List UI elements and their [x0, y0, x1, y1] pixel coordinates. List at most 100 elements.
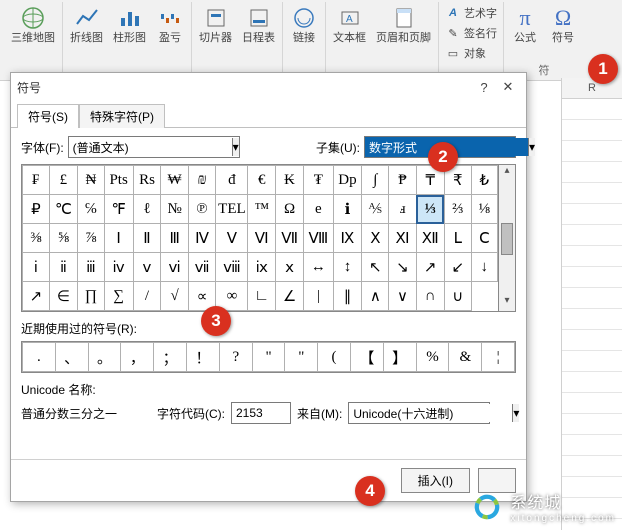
symbol-cell[interactable]: ₩	[161, 166, 188, 195]
worksheet-cell[interactable]	[562, 225, 622, 246]
symbol-cell[interactable]: ∫	[362, 166, 389, 195]
symbol-cell[interactable]: e	[304, 195, 333, 224]
symbol-cell[interactable]: ⅓	[416, 195, 444, 224]
symbol-cell[interactable]: ⅶ	[188, 253, 216, 282]
worksheet-cell[interactable]	[562, 351, 622, 372]
from-combo-input[interactable]	[349, 404, 512, 422]
symbol-cell[interactable]: ₹	[444, 166, 471, 195]
worksheet-cell[interactable]	[562, 120, 622, 141]
recent-symbol-cell[interactable]: .	[23, 343, 56, 372]
recent-symbol-cell[interactable]: 。	[88, 343, 121, 372]
insert-button[interactable]: 插入(I)	[401, 468, 470, 493]
symbol-cell[interactable]: ₦	[78, 166, 105, 195]
symbol-cell[interactable]: №	[161, 195, 188, 224]
recent-symbol-cell[interactable]: ¦	[482, 343, 515, 372]
chevron-down-icon[interactable]: ▾	[232, 138, 239, 156]
recent-symbol-cell[interactable]: "	[252, 343, 285, 372]
worksheet-cell[interactable]	[562, 414, 622, 435]
symbol-cell[interactable]: ⅷ	[216, 253, 248, 282]
symbol-cell[interactable]: Ⅲ	[161, 224, 188, 253]
symbol-cell[interactable]: ℉	[104, 195, 133, 224]
symbol-cell[interactable]: Ⅳ	[188, 224, 216, 253]
symbol-cell[interactable]: ₱	[389, 166, 416, 195]
dialog-help-button[interactable]: ?	[472, 80, 496, 95]
recent-symbol-cell[interactable]: ，	[121, 343, 154, 372]
symbol-cell[interactable]: ∟	[248, 282, 276, 311]
symbol-cell[interactable]: Ⅱ	[133, 224, 161, 253]
symbol-cell[interactable]: Dp	[333, 166, 362, 195]
subset-combo-input[interactable]	[365, 138, 528, 156]
ribbon-link-button[interactable]: 链接	[287, 2, 321, 46]
symbol-cell[interactable]: Ⅺ	[389, 224, 416, 253]
worksheet-cell[interactable]	[562, 162, 622, 183]
symbol-cell[interactable]: ⅳ	[104, 253, 133, 282]
symbol-cell[interactable]: ∏	[78, 282, 105, 311]
symbol-cell[interactable]: ∥	[333, 282, 362, 311]
ribbon-3dmap-button[interactable]: 三维地图	[8, 2, 58, 46]
symbol-cell[interactable]: ₪	[188, 166, 216, 195]
from-combo[interactable]: ▾	[348, 402, 490, 424]
charcode-input[interactable]	[231, 402, 291, 424]
symbol-cell[interactable]: ⅲ	[78, 253, 105, 282]
grid-scrollbar[interactable]: ▴ ▾	[499, 164, 516, 312]
symbol-cell[interactable]: ↕	[333, 253, 362, 282]
symbol-cell[interactable]: ₽	[23, 195, 50, 224]
ribbon-sparkline-button[interactable]: 折线图	[67, 2, 106, 46]
recent-symbol-cell[interactable]: ！	[187, 343, 220, 372]
symbol-cell[interactable]: Ⅹ	[362, 224, 389, 253]
symbol-cell[interactable]: Pts	[104, 166, 133, 195]
recent-symbol-cell[interactable]: (	[318, 343, 351, 372]
symbol-cell[interactable]: ⅎ	[389, 195, 416, 224]
ribbon-signature-button[interactable]: ✎签名行	[443, 24, 499, 42]
symbol-cell[interactable]: ↙	[444, 253, 471, 282]
symbol-cell[interactable]: €	[248, 166, 276, 195]
symbol-cell[interactable]: ↖	[362, 253, 389, 282]
tab-symbols[interactable]: 符号(S)	[17, 104, 79, 128]
symbol-cell[interactable]: ⅹ	[275, 253, 303, 282]
font-combo[interactable]: ▾	[68, 136, 240, 158]
symbol-cell[interactable]: ↓	[471, 253, 497, 282]
symbol-cell[interactable]: ⅸ	[248, 253, 276, 282]
symbol-cell[interactable]: ∈	[49, 282, 77, 311]
symbol-cell[interactable]: ∞	[216, 282, 248, 311]
ribbon-object-button[interactable]: ▭对象	[443, 44, 499, 62]
recent-symbol-cell[interactable]: &	[449, 343, 482, 372]
symbol-cell[interactable]: ₣	[23, 166, 50, 195]
worksheet-cell[interactable]	[562, 372, 622, 393]
symbol-cell[interactable]: ₮	[304, 166, 333, 195]
symbol-cell[interactable]: ℃	[49, 195, 77, 224]
symbol-cell[interactable]: Ⅼ	[444, 224, 471, 253]
worksheet-cell[interactable]	[562, 141, 622, 162]
chevron-down-icon[interactable]: ▾	[528, 138, 535, 156]
ribbon-timeline-button[interactable]: 日程表	[239, 2, 278, 46]
symbol-cell[interactable]: ⅱ	[49, 253, 77, 282]
symbol-cell[interactable]: ↗	[23, 282, 50, 311]
symbol-cell[interactable]: ↗	[416, 253, 444, 282]
chevron-down-icon[interactable]: ▾	[512, 404, 519, 422]
worksheet-area[interactable]: R	[561, 78, 622, 530]
symbol-cell[interactable]: Ⅵ	[248, 224, 276, 253]
symbol-cell[interactable]: ∩	[416, 282, 444, 311]
worksheet-cell[interactable]	[562, 330, 622, 351]
symbol-cell[interactable]: ™	[248, 195, 276, 224]
symbol-cell[interactable]: ₸	[416, 166, 444, 195]
recent-symbol-cell[interactable]: 、	[55, 343, 88, 372]
symbol-cell[interactable]: ℓ	[133, 195, 161, 224]
symbol-cell[interactable]: ₺	[471, 166, 497, 195]
ribbon-symbol-button[interactable]: Ω 符号	[546, 2, 580, 46]
scroll-down-icon[interactable]: ▾	[499, 295, 515, 311]
worksheet-cell[interactable]	[562, 456, 622, 477]
symbol-cell[interactable]: đ	[216, 166, 248, 195]
symbol-cell[interactable]: ⅴ	[133, 253, 161, 282]
recent-symbol-cell[interactable]: ；	[154, 343, 187, 372]
ribbon-textbox-button[interactable]: A 文本框	[330, 2, 369, 46]
symbol-cell[interactable]: Rs	[133, 166, 161, 195]
recent-symbol-cell[interactable]: %	[416, 343, 449, 372]
ribbon-wordart-button[interactable]: A艺术字	[443, 4, 499, 22]
ribbon-column-button[interactable]: 柱形图	[110, 2, 149, 46]
worksheet-cell[interactable]	[562, 393, 622, 414]
worksheet-cell[interactable]	[562, 309, 622, 330]
column-header[interactable]: R	[562, 78, 622, 99]
font-combo-input[interactable]	[69, 138, 232, 156]
symbol-cell[interactable]: TEL	[216, 195, 248, 224]
